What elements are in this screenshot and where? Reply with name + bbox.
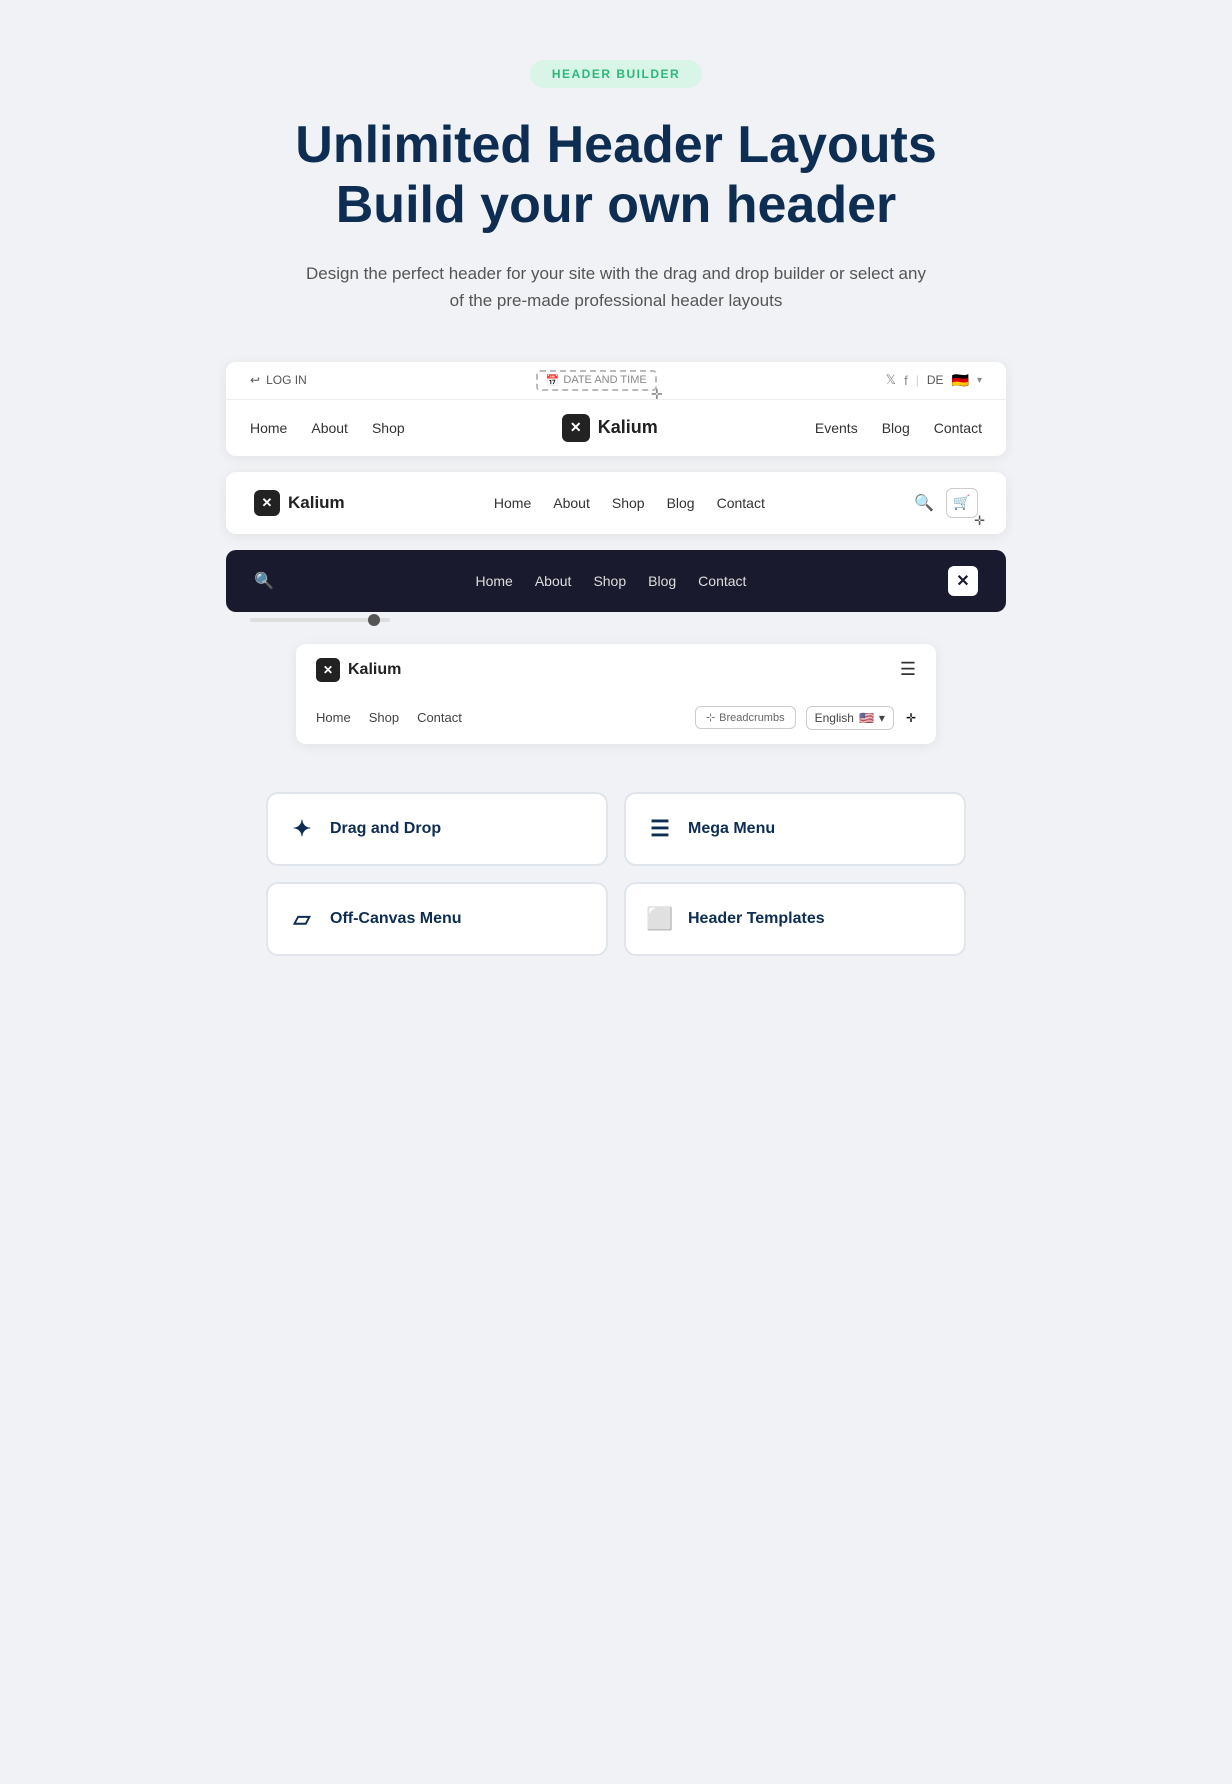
demo2-icons: 🔍 🛒 ✛ [914, 488, 978, 518]
nav2-shop: Shop [612, 495, 645, 511]
header-templates-button[interactable]: ⬜ Header Templates [624, 882, 966, 956]
demo2-cart-box: 🛒 ✛ [946, 488, 978, 518]
separator: | [916, 373, 919, 387]
demo2-logo-icon: ✕ [254, 490, 280, 516]
main-headline: Unlimited Header Layouts Build your own … [295, 116, 936, 236]
demo4-breadcrumbs-box: ⊹ Breadcrumbs [695, 706, 796, 729]
demo3-slider-container [226, 612, 1006, 628]
off-canvas-label: Off-Canvas Menu [330, 910, 462, 928]
demo1-logo-text: Kalium [598, 417, 658, 438]
demo4-lang-box: English 🇺🇸 ▾ [806, 706, 894, 730]
features-grid: ✦ Drag and Drop ☰ Mega Menu ▱ Off-Canvas… [266, 792, 966, 956]
demo4-bottombar: Home Shop Contact ⊹ Breadcrumbs English … [296, 696, 936, 744]
demo2-bar: ✕ Kalium Home About Shop Blog Contact 🔍 … [226, 472, 1006, 534]
demo2-nav: Home About Shop Blog Contact [494, 495, 765, 511]
cursor-icon: ✛ [651, 386, 663, 403]
cart-icon: 🛒 [953, 494, 970, 511]
nav3-shop: Shop [593, 573, 626, 589]
demo1-nav-right: Events Blog Contact [815, 420, 982, 436]
demo-card-2: ✕ Kalium Home About Shop Blog Contact 🔍 … [226, 472, 1006, 534]
calendar-icon: 📅 [546, 374, 560, 387]
breadcrumbs-label: Breadcrumbs [719, 712, 784, 724]
nav2-blog: Blog [667, 495, 695, 511]
off-canvas-icon: ▱ [288, 906, 316, 932]
demo4-topbar: ✕ Kalium ☰ [296, 644, 936, 696]
demo4-nav: Home Shop Contact [316, 710, 462, 725]
mega-menu-button[interactable]: ☰ Mega Menu [624, 792, 966, 866]
demo4-logo: ✕ Kalium [316, 658, 401, 682]
drag-drop-button[interactable]: ✦ Drag and Drop [266, 792, 608, 866]
main-subtext: Design the perfect header for your site … [306, 260, 926, 314]
demo3-nav: Home About Shop Blog Contact [475, 573, 746, 589]
nav-home: Home [250, 420, 287, 436]
flag-icon: 🇩🇪 [952, 372, 969, 389]
off-canvas-button[interactable]: ▱ Off-Canvas Menu [266, 882, 608, 956]
demo-card-4: ✕ Kalium ☰ Home Shop Contact ⊹ Breadcrum… [296, 644, 936, 744]
demo1-logo-icon: ✕ [562, 414, 590, 442]
demo3-slider [250, 618, 390, 622]
demo3-logo-icon: ✕ [948, 566, 978, 596]
demo3-bar: 🔍 Home About Shop Blog Contact ✕ [226, 550, 1006, 612]
search-icon: 🔍 [914, 493, 934, 513]
nav-shop: Shop [372, 420, 405, 436]
drag-drop-icon: ✦ [288, 816, 316, 842]
hamburger-icon: ☰ [900, 659, 916, 680]
login-label: LOG IN [266, 373, 307, 387]
drag-drop-label: Drag and Drop [330, 820, 441, 838]
lang-label: English [815, 711, 854, 725]
mega-menu-icon: ☰ [646, 816, 674, 842]
demo4-logo-icon: ✕ [316, 658, 340, 682]
nav3-blog: Blog [648, 573, 676, 589]
demo-card-3: 🔍 Home About Shop Blog Contact ✕ [226, 550, 1006, 628]
demo1-social-lang: 𝕏 f | DE 🇩🇪 ▾ [886, 372, 982, 389]
header-templates-label: Header Templates [688, 910, 825, 928]
demo-card-1: ↩ LOG IN 📅 DATE AND TIME ✛ 𝕏 f | DE 🇩🇪 ▾… [226, 362, 1006, 456]
de-label: DE [927, 373, 944, 387]
nav-blog: Blog [882, 420, 910, 436]
demo1-login-area: ↩ LOG IN [250, 373, 307, 387]
demo1-topbar: ↩ LOG IN 📅 DATE AND TIME ✛ 𝕏 f | DE 🇩🇪 ▾ [226, 362, 1006, 400]
cursor-icon: ✛ [974, 513, 985, 529]
demo1-main-nav: Home About Shop ✕ Kalium Events Blog Con… [226, 400, 1006, 456]
nav3-home: Home [475, 573, 512, 589]
chevron-down-icon: ▾ [977, 375, 982, 386]
demo3-slider-thumb [368, 614, 380, 626]
demos-container: ↩ LOG IN 📅 DATE AND TIME ✛ 𝕏 f | DE 🇩🇪 ▾… [226, 362, 1006, 744]
nav3-about: About [535, 573, 572, 589]
nav3-contact: Contact [698, 573, 746, 589]
login-icon: ↩ [250, 373, 260, 387]
demo2-logo: ✕ Kalium [254, 490, 345, 516]
demo1-nav-left: Home About Shop [250, 420, 405, 436]
header-builder-badge: HEADER BUILDER [530, 60, 702, 88]
nav-contact: Contact [934, 420, 982, 436]
lang-chevron-icon: ▾ [879, 711, 885, 725]
demo3-search-icon: 🔍 [254, 571, 274, 591]
cursor-icon: ✛ [906, 711, 916, 725]
nav2-about: About [553, 495, 590, 511]
demo1-date-time-box: 📅 DATE AND TIME ✛ [536, 370, 657, 391]
demo1-logo: ✕ Kalium [562, 414, 658, 442]
twitter-icon: 𝕏 [886, 372, 896, 388]
nav4-shop: Shop [369, 710, 399, 725]
date-time-label: DATE AND TIME [563, 374, 646, 386]
demo2-logo-text: Kalium [288, 493, 345, 513]
nav-about: About [311, 420, 348, 436]
nav2-home: Home [494, 495, 531, 511]
breadcrumbs-icon: ⊹ [706, 711, 715, 724]
nav4-home: Home [316, 710, 351, 725]
nav2-contact: Contact [717, 495, 765, 511]
header-templates-icon: ⬜ [646, 906, 674, 932]
demo4-logo-text: Kalium [348, 661, 401, 679]
mega-menu-label: Mega Menu [688, 820, 775, 838]
facebook-icon: f [904, 373, 908, 388]
nav-events: Events [815, 420, 858, 436]
flag-us-icon: 🇺🇸 [859, 711, 874, 725]
demo4-right-widgets: ⊹ Breadcrumbs English 🇺🇸 ▾ ✛ [695, 706, 916, 730]
nav4-contact: Contact [417, 710, 462, 725]
